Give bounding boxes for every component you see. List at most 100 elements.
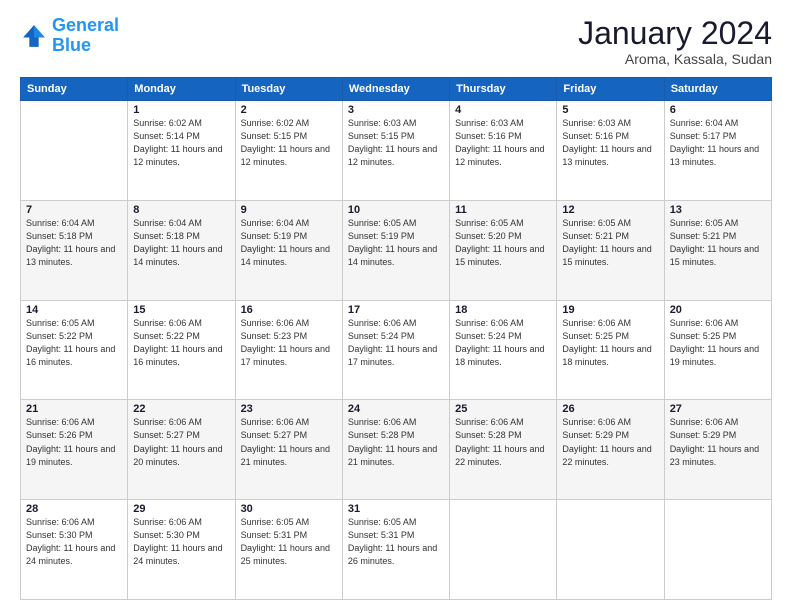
day-header-tuesday: Tuesday xyxy=(235,78,342,101)
calendar-week-row: 14Sunrise: 6:05 AMSunset: 5:22 PMDayligh… xyxy=(21,300,772,400)
calendar-cell: 2Sunrise: 6:02 AMSunset: 5:15 PMDaylight… xyxy=(235,101,342,201)
calendar-cell: 31Sunrise: 6:05 AMSunset: 5:31 PMDayligh… xyxy=(342,500,449,600)
calendar-week-row: 1Sunrise: 6:02 AMSunset: 5:14 PMDaylight… xyxy=(21,101,772,201)
day-number: 30 xyxy=(241,503,337,515)
day-info: Sunrise: 6:05 AMSunset: 5:21 PMDaylight:… xyxy=(670,217,766,269)
calendar-cell: 24Sunrise: 6:06 AMSunset: 5:28 PMDayligh… xyxy=(342,400,449,500)
calendar-week-row: 21Sunrise: 6:06 AMSunset: 5:26 PMDayligh… xyxy=(21,400,772,500)
day-number: 23 xyxy=(241,403,337,415)
calendar-cell: 7Sunrise: 6:04 AMSunset: 5:18 PMDaylight… xyxy=(21,200,128,300)
day-info: Sunrise: 6:06 AMSunset: 5:25 PMDaylight:… xyxy=(670,317,766,369)
day-number: 13 xyxy=(670,204,766,216)
day-number: 3 xyxy=(348,104,444,116)
calendar-title: January 2024 xyxy=(578,16,772,51)
calendar-cell: 28Sunrise: 6:06 AMSunset: 5:30 PMDayligh… xyxy=(21,500,128,600)
day-number: 20 xyxy=(670,304,766,316)
calendar-cell: 26Sunrise: 6:06 AMSunset: 5:29 PMDayligh… xyxy=(557,400,664,500)
day-info: Sunrise: 6:06 AMSunset: 5:26 PMDaylight:… xyxy=(26,416,122,468)
day-info: Sunrise: 6:04 AMSunset: 5:18 PMDaylight:… xyxy=(26,217,122,269)
calendar-cell: 8Sunrise: 6:04 AMSunset: 5:18 PMDaylight… xyxy=(128,200,235,300)
day-header-saturday: Saturday xyxy=(664,78,771,101)
day-number: 1 xyxy=(133,104,229,116)
calendar-subtitle: Aroma, Kassala, Sudan xyxy=(578,51,772,67)
calendar-cell: 10Sunrise: 6:05 AMSunset: 5:19 PMDayligh… xyxy=(342,200,449,300)
day-info: Sunrise: 6:06 AMSunset: 5:25 PMDaylight:… xyxy=(562,317,658,369)
day-header-wednesday: Wednesday xyxy=(342,78,449,101)
calendar-week-row: 28 Sunrise: 6:06 AMSunset: 5:30 PMDayligh… xyxy=(21,500,772,600)
calendar-cell: 11Sunrise: 6:05 AMSunset: 5:20 PMDayligh… xyxy=(450,200,557,300)
day-info: Sunrise: 6:02 AMSunset: 5:14 PMDaylight:… xyxy=(133,117,229,169)
calendar-cell xyxy=(450,500,557,600)
day-number: 2 xyxy=(241,104,337,116)
day-info: Sunrise: 6:02 AMSunset: 5:15 PMDaylight:… xyxy=(241,117,337,169)
calendar-week-row: 7Sunrise: 6:04 AMSunset: 5:18 PMDaylight… xyxy=(21,200,772,300)
day-info: Sunrise: 6:04 AMSunset: 5:17 PMDaylight:… xyxy=(670,117,766,169)
day-info: Sunrise: 6:05 AMSunset: 5:21 PMDaylight:… xyxy=(562,217,658,269)
day-info: Sunrise: 6:06 AMSunset: 5:28 PMDaylight:… xyxy=(348,416,444,468)
day-info: Sunrise: 6:06 AMSunset: 5:24 PMDaylight:… xyxy=(348,317,444,369)
day-number: 5 xyxy=(562,104,658,116)
day-info: Sunrise: 6:05 AMSunset: 5:31 PMDaylight:… xyxy=(348,516,444,568)
calendar-cell: 16Sunrise: 6:06 AMSunset: 5:23 PMDayligh… xyxy=(235,300,342,400)
calendar-cell: 6Sunrise: 6:04 AMSunset: 5:17 PMDaylight… xyxy=(664,101,771,201)
calendar-cell: 22Sunrise: 6:06 AMSunset: 5:27 PMDayligh… xyxy=(128,400,235,500)
calendar-cell xyxy=(21,101,128,201)
day-number: 19 xyxy=(562,304,658,316)
day-info: Sunrise: 6:04 AMSunset: 5:19 PMDaylight:… xyxy=(241,217,337,269)
day-info: Sunrise: 6:06 AMSunset: 5:28 PMDaylight:… xyxy=(455,416,551,468)
day-number: 21 xyxy=(26,403,122,415)
logo-blue: Blue xyxy=(52,35,91,55)
header: General Blue January 2024 Aroma, Kassala… xyxy=(20,16,772,67)
calendar-cell: 5Sunrise: 6:03 AMSunset: 5:16 PMDaylight… xyxy=(557,101,664,201)
day-info: Sunrise: 6:06 AMSunset: 5:29 PMDaylight:… xyxy=(562,416,658,468)
day-number: 22 xyxy=(133,403,229,415)
day-info: Sunrise: 6:03 AMSunset: 5:15 PMDaylight:… xyxy=(348,117,444,169)
calendar-cell xyxy=(664,500,771,600)
day-info: Sunrise: 6:06 AMSunset: 5:22 PMDaylight:… xyxy=(133,317,229,369)
calendar-cell: 9Sunrise: 6:04 AMSunset: 5:19 PMDaylight… xyxy=(235,200,342,300)
calendar-cell: 29Sunrise: 6:06 AMSunset: 5:30 PMDayligh… xyxy=(128,500,235,600)
calendar-cell: 30Sunrise: 6:05 AMSunset: 5:31 PMDayligh… xyxy=(235,500,342,600)
day-number: 26 xyxy=(562,403,658,415)
day-info: Sunrise: 6:06 AMSunset: 5:27 PMDaylight:… xyxy=(241,416,337,468)
day-number: 29 xyxy=(133,503,229,515)
day-number: 18 xyxy=(455,304,551,316)
day-number: 11 xyxy=(455,204,551,216)
day-info: Sunrise: 6:04 AMSunset: 5:18 PMDaylight:… xyxy=(133,217,229,269)
day-number: 8 xyxy=(133,204,229,216)
day-number: 17 xyxy=(348,304,444,316)
day-info: Sunrise: 6:05 AMSunset: 5:22 PMDaylight:… xyxy=(26,317,122,369)
day-number: 24 xyxy=(348,403,444,415)
calendar-cell: 3Sunrise: 6:03 AMSunset: 5:15 PMDaylight… xyxy=(342,101,449,201)
calendar-cell: 13Sunrise: 6:05 AMSunset: 5:21 PMDayligh… xyxy=(664,200,771,300)
day-number: 10 xyxy=(348,204,444,216)
calendar-cell: 15Sunrise: 6:06 AMSunset: 5:22 PMDayligh… xyxy=(128,300,235,400)
day-number: 14 xyxy=(26,304,122,316)
calendar-cell: 14Sunrise: 6:05 AMSunset: 5:22 PMDayligh… xyxy=(21,300,128,400)
day-info: Sunrise: 6:05 AMSunset: 5:19 PMDaylight:… xyxy=(348,217,444,269)
day-number: 9 xyxy=(241,204,337,216)
day-header-thursday: Thursday xyxy=(450,78,557,101)
day-info: Sunrise: 6:03 AMSunset: 5:16 PMDaylight:… xyxy=(455,117,551,169)
logo-text: General Blue xyxy=(52,16,119,56)
calendar-cell: 23Sunrise: 6:06 AMSunset: 5:27 PMDayligh… xyxy=(235,400,342,500)
day-info: Sunrise: 6:06 AMSunset: 5:30 PMDaylight:… xyxy=(133,516,229,568)
calendar-cell: 20Sunrise: 6:06 AMSunset: 5:25 PMDayligh… xyxy=(664,300,771,400)
day-number: 6 xyxy=(670,104,766,116)
calendar-header-row: SundayMondayTuesdayWednesdayThursdayFrid… xyxy=(21,78,772,101)
day-number: 4 xyxy=(455,104,551,116)
day-number: 31 xyxy=(348,503,444,515)
day-number: 7 xyxy=(26,204,122,216)
day-number: 27 xyxy=(670,403,766,415)
day-info: Sunrise: 6:06 AMSunset: 5:23 PMDaylight:… xyxy=(241,317,337,369)
day-number: 12 xyxy=(562,204,658,216)
logo-general: General xyxy=(52,15,119,35)
title-block: January 2024 Aroma, Kassala, Sudan xyxy=(578,16,772,67)
day-info: Sunrise: 6:06 AMSunset: 5:27 PMDaylight:… xyxy=(133,416,229,468)
day-header-sunday: Sunday xyxy=(21,78,128,101)
calendar-cell: 17Sunrise: 6:06 AMSunset: 5:24 PMDayligh… xyxy=(342,300,449,400)
day-info: Sunrise: 6:06 AMSunset: 5:29 PMDaylight:… xyxy=(670,416,766,468)
day-number: 15 xyxy=(133,304,229,316)
calendar-cell: 25Sunrise: 6:06 AMSunset: 5:28 PMDayligh… xyxy=(450,400,557,500)
day-number: 28 xyxy=(26,503,122,515)
